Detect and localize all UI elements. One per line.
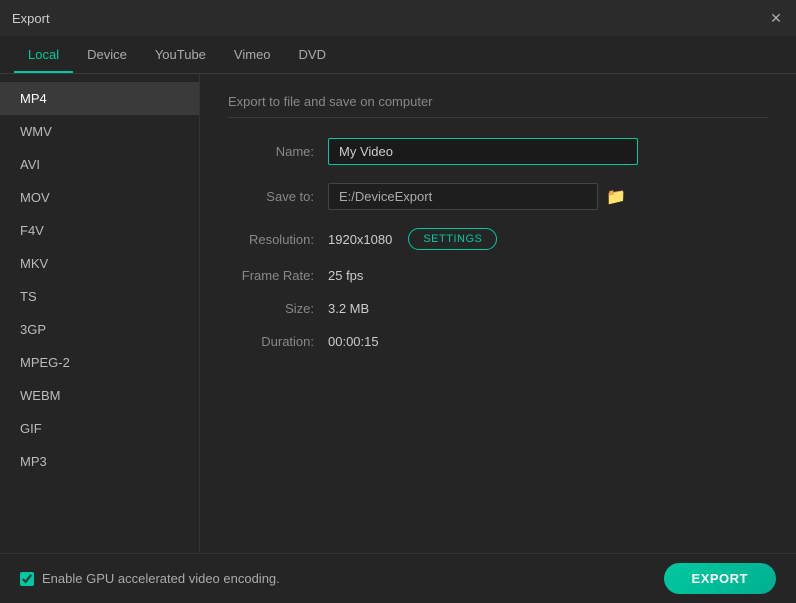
- content-area: MP4 WMV AVI MOV F4V MKV TS 3GP: [0, 74, 796, 553]
- format-sidebar: MP4 WMV AVI MOV F4V MKV TS 3GP: [0, 74, 200, 553]
- size-value: 3.2 MB: [328, 301, 369, 316]
- duration-label: Duration:: [228, 334, 328, 349]
- sidebar-item-mkv[interactable]: MKV: [0, 247, 199, 280]
- sidebar-item-ts[interactable]: TS: [0, 280, 199, 313]
- size-label: Size:: [228, 301, 328, 316]
- tab-dvd[interactable]: DVD: [285, 36, 340, 73]
- duration-row: Duration: 00:00:15: [228, 334, 768, 349]
- main-panel: Export to file and save on computer Name…: [200, 74, 796, 553]
- footer: Enable GPU accelerated video encoding. E…: [0, 553, 796, 603]
- size-row: Size: 3.2 MB: [228, 301, 768, 316]
- settings-button[interactable]: SETTINGS: [408, 228, 497, 250]
- resolution-row: Resolution: 1920x1080 SETTINGS: [228, 228, 768, 250]
- gpu-label: Enable GPU accelerated video encoding.: [42, 571, 280, 586]
- window-title: Export: [12, 11, 50, 26]
- sidebar-item-mp4[interactable]: MP4: [0, 82, 199, 115]
- tab-vimeo[interactable]: Vimeo: [220, 36, 285, 73]
- sidebar-item-mp3[interactable]: MP3: [0, 445, 199, 478]
- sidebar-item-webm[interactable]: WEBM: [0, 379, 199, 412]
- folder-icon[interactable]: 📁: [606, 187, 626, 207]
- close-button[interactable]: ✕: [768, 10, 784, 26]
- tab-bar: Local Device YouTube Vimeo DVD: [0, 36, 796, 74]
- section-title: Export to file and save on computer: [228, 94, 768, 118]
- name-label: Name:: [228, 144, 328, 159]
- frame-rate-value: 25 fps: [328, 268, 363, 283]
- save-to-row: Save to: E:/DeviceExport 📁: [228, 183, 768, 210]
- name-input[interactable]: [328, 138, 638, 165]
- sidebar-item-f4v[interactable]: F4V: [0, 214, 199, 247]
- export-button[interactable]: EXPORT: [664, 563, 776, 594]
- save-to-path[interactable]: E:/DeviceExport: [328, 183, 598, 210]
- gpu-checkbox[interactable]: [20, 572, 34, 586]
- title-bar: Export ✕: [0, 0, 796, 36]
- duration-value: 00:00:15: [328, 334, 379, 349]
- sidebar-item-wmv[interactable]: WMV: [0, 115, 199, 148]
- gpu-encoding-row: Enable GPU accelerated video encoding.: [20, 571, 280, 586]
- save-to-label: Save to:: [228, 189, 328, 204]
- frame-rate-label: Frame Rate:: [228, 268, 328, 283]
- resolution-label: Resolution:: [228, 232, 328, 247]
- frame-rate-row: Frame Rate: 25 fps: [228, 268, 768, 283]
- tab-local[interactable]: Local: [14, 36, 73, 73]
- sidebar-item-gif[interactable]: GIF: [0, 412, 199, 445]
- sidebar-item-3gp[interactable]: 3GP: [0, 313, 199, 346]
- export-window: Export ✕ Local Device YouTube Vimeo DVD …: [0, 0, 796, 603]
- sidebar-item-mpeg2[interactable]: MPEG-2: [0, 346, 199, 379]
- save-to-control: E:/DeviceExport 📁: [328, 183, 626, 210]
- name-row: Name:: [228, 138, 768, 165]
- resolution-value: 1920x1080: [328, 232, 392, 247]
- tab-youtube[interactable]: YouTube: [141, 36, 220, 73]
- tab-device[interactable]: Device: [73, 36, 141, 73]
- sidebar-item-mov[interactable]: MOV: [0, 181, 199, 214]
- sidebar-item-avi[interactable]: AVI: [0, 148, 199, 181]
